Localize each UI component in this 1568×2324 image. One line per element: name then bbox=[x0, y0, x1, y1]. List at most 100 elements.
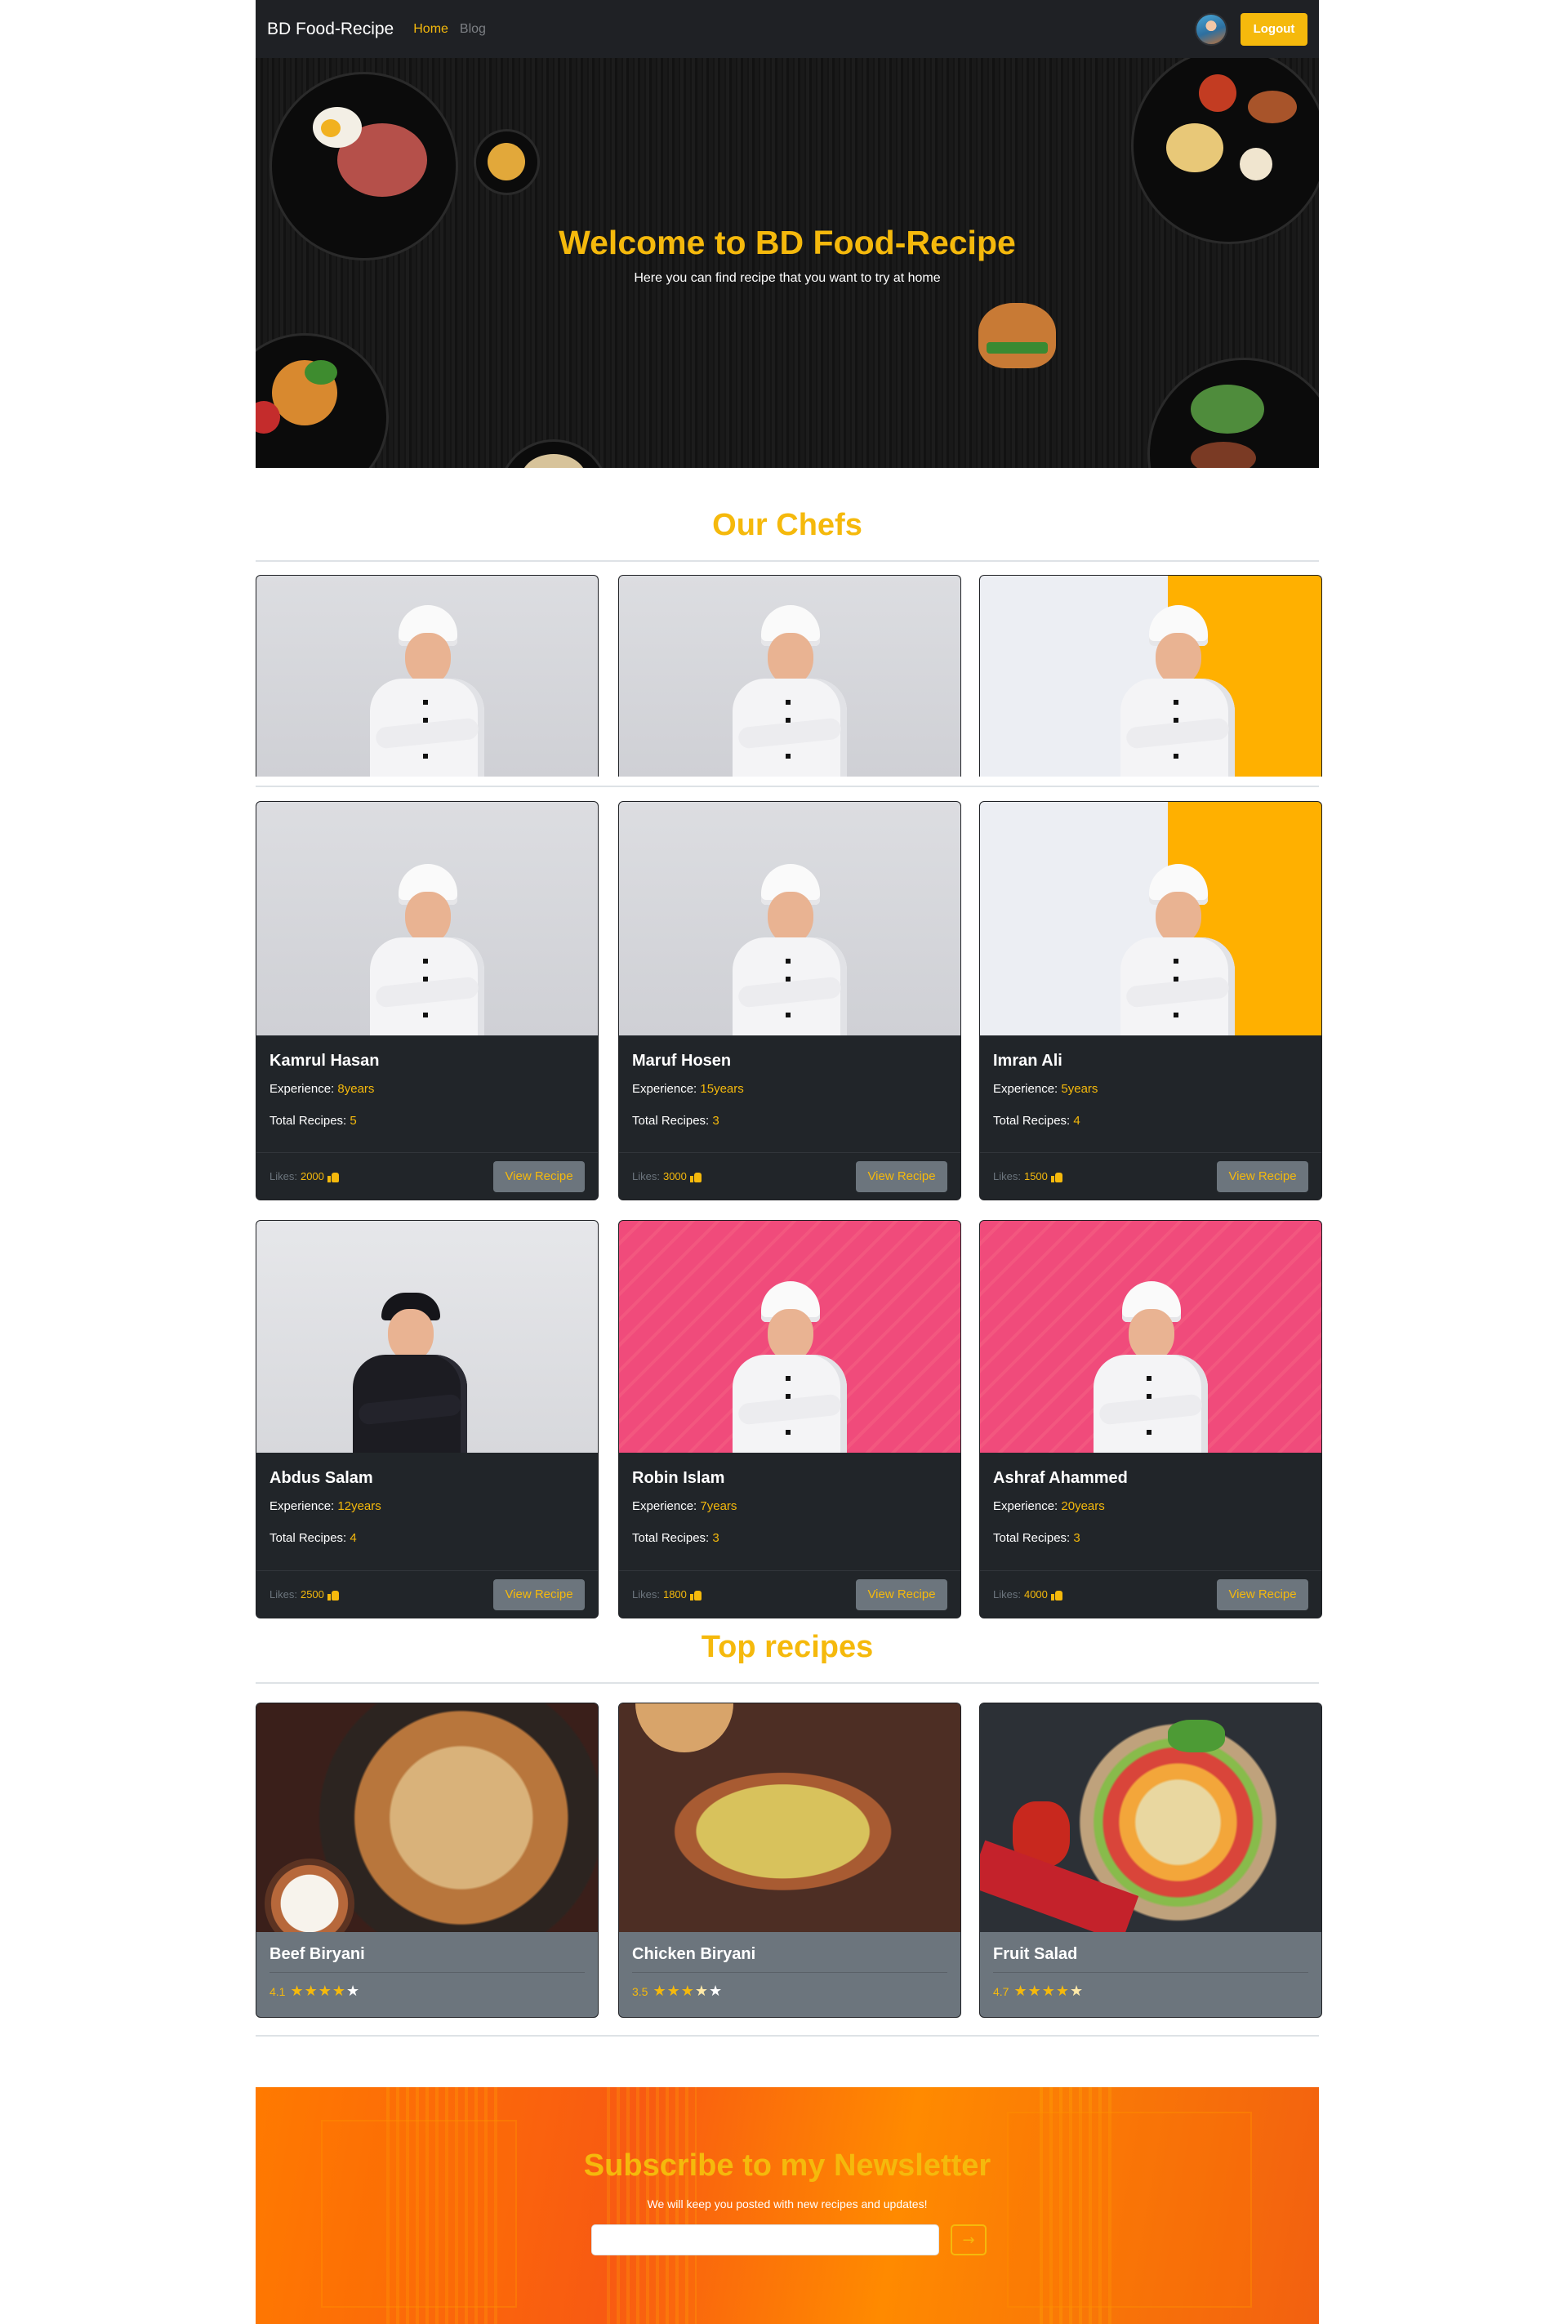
recipe-name: Beef Biryani bbox=[270, 1945, 585, 1973]
chef-name: Maruf Hosen bbox=[632, 1052, 732, 1070]
chef-card: Abdus Salam Experience: 12years Total Re… bbox=[256, 1220, 599, 1618]
hero-salad-plate-icon bbox=[256, 336, 386, 468]
chef-likes: Likes: 3000 bbox=[632, 1170, 702, 1182]
view-recipe-button[interactable]: View Recipe bbox=[1217, 1160, 1308, 1192]
nav-link-home[interactable]: Home bbox=[413, 22, 448, 37]
thumbs-up-icon bbox=[689, 1171, 702, 1182]
rating-value: 3.5 bbox=[632, 1984, 648, 1998]
footer-divider bbox=[256, 2035, 1319, 2037]
newsletter-title: Subscribe to my Newsletter bbox=[583, 2148, 991, 2183]
chef-image bbox=[980, 1221, 1321, 1453]
chef-photo bbox=[720, 605, 859, 777]
rating-value: 4.7 bbox=[993, 1984, 1009, 1998]
hero-snack-plate-icon bbox=[1134, 58, 1319, 242]
chefs-section-title: Our Chefs bbox=[712, 508, 862, 542]
chef-total-recipes: Total Recipes: 3 bbox=[632, 1114, 719, 1128]
view-recipe-button[interactable]: View Recipe bbox=[493, 1160, 585, 1192]
chef-image bbox=[619, 1221, 960, 1453]
chef-likes: Likes: 4000 bbox=[993, 1588, 1062, 1601]
chef-total-recipes: Total Recipes: 3 bbox=[993, 1531, 1080, 1545]
chef-card: Robin Islam Experience: 7years Total Rec… bbox=[618, 1220, 961, 1618]
hero-bowl-bottom-icon bbox=[501, 442, 607, 468]
chef-card: Maruf Hosen Experience: 15years Total Re… bbox=[618, 801, 961, 1200]
user-avatar[interactable] bbox=[1195, 12, 1227, 46]
view-recipe-button[interactable]: View Recipe bbox=[493, 1578, 585, 1610]
chef-name: Robin Islam bbox=[632, 1469, 725, 1487]
chefs-divider bbox=[256, 560, 1319, 562]
recipe-card[interactable]: Fruit Salad 4.7 ★★★★★ bbox=[979, 1703, 1322, 2018]
nav-link-blog[interactable]: Blog bbox=[460, 22, 486, 37]
chef-name: Abdus Salam bbox=[270, 1469, 373, 1487]
recipe-rating: 4.7 ★★★★★ bbox=[980, 1973, 1321, 2000]
chef-name: Kamrul Hasan bbox=[270, 1052, 380, 1070]
chef-image bbox=[256, 802, 598, 1035]
star-rating-icon: ★★★★★ bbox=[653, 1983, 724, 2000]
view-recipe-button[interactable]: View Recipe bbox=[1217, 1578, 1308, 1610]
chef-preview-image[interactable] bbox=[618, 575, 961, 777]
thumbs-up-icon bbox=[327, 1589, 339, 1601]
hero-subtitle: Here you can find recipe that you want t… bbox=[634, 271, 941, 285]
chef-preview-image[interactable] bbox=[256, 575, 599, 777]
recipe-image bbox=[619, 1703, 960, 1932]
thumbs-up-icon bbox=[327, 1171, 339, 1182]
chef-image bbox=[256, 1221, 598, 1453]
newsletter-subtitle: We will keep you posted with new recipes… bbox=[647, 2197, 928, 2210]
chef-experience: Experience: 15years bbox=[632, 1082, 744, 1096]
thumbs-up-icon bbox=[1050, 1589, 1062, 1601]
recipe-name: Fruit Salad bbox=[993, 1945, 1308, 1973]
chef-likes: Likes: 1800 bbox=[632, 1588, 702, 1601]
chef-name: Imran Ali bbox=[993, 1052, 1062, 1070]
chef-card: Imran Ali Experience: 5years Total Recip… bbox=[979, 801, 1322, 1200]
nav-user-area: Logout bbox=[1195, 12, 1307, 46]
chef-total-recipes: Total Recipes: 4 bbox=[993, 1114, 1080, 1128]
recipe-name: Chicken Biryani bbox=[632, 1945, 947, 1973]
chef-likes: Likes: 1500 bbox=[993, 1170, 1062, 1182]
hero-steak-plate-icon bbox=[1150, 360, 1319, 468]
logout-button[interactable]: Logout bbox=[1241, 12, 1307, 46]
chef-name: Ashraf Ahammed bbox=[993, 1469, 1128, 1487]
chef-likes: Likes: 2000 bbox=[270, 1170, 339, 1182]
recipe-rating: 3.5 ★★★★★ bbox=[619, 1973, 960, 2000]
chef-photo bbox=[1108, 605, 1247, 777]
star-rating-icon: ★★★★★ bbox=[1013, 1983, 1085, 2000]
view-recipe-button[interactable]: View Recipe bbox=[856, 1160, 947, 1192]
chef-total-recipes: Total Recipes: 4 bbox=[270, 1531, 357, 1545]
chef-preview-image[interactable] bbox=[979, 575, 1322, 777]
chef-total-recipes: Total Recipes: 3 bbox=[632, 1531, 719, 1545]
chef-experience: Experience: 12years bbox=[270, 1499, 381, 1513]
recipe-card[interactable]: Beef Biryani 4.1 ★★★★★ bbox=[256, 1703, 599, 2018]
hero-banner: Welcome to BD Food-Recipe Here you can f… bbox=[256, 58, 1319, 468]
recipes-divider bbox=[256, 1682, 1319, 1684]
chef-total-recipes: Total Recipes: 5 bbox=[270, 1114, 357, 1128]
chef-preview-divider bbox=[256, 786, 1319, 787]
arrow-right-icon: → bbox=[962, 2231, 975, 2249]
hero-sauce-bowl-icon bbox=[476, 131, 537, 193]
recipe-rating: 4.1 ★★★★★ bbox=[256, 1973, 598, 2000]
thumbs-up-icon bbox=[1050, 1171, 1062, 1182]
recipe-image bbox=[980, 1703, 1321, 1932]
brand-logo[interactable]: BD Food-Recipe bbox=[267, 20, 394, 39]
thumbs-up-icon bbox=[689, 1589, 702, 1601]
chef-photo bbox=[358, 605, 497, 777]
hero-burger-icon bbox=[978, 303, 1056, 368]
chef-likes: Likes: 2500 bbox=[270, 1588, 339, 1601]
chef-image bbox=[619, 802, 960, 1035]
recipe-image bbox=[256, 1703, 598, 1932]
newsletter-email-input[interactable] bbox=[591, 2224, 939, 2255]
newsletter-submit-button[interactable]: → bbox=[951, 2224, 987, 2255]
recipes-section-title: Top recipes bbox=[701, 1630, 874, 1664]
rating-value: 4.1 bbox=[270, 1984, 286, 1998]
chef-experience: Experience: 20years bbox=[993, 1499, 1105, 1513]
navbar: BD Food-Recipe Home Blog Logout bbox=[256, 0, 1319, 58]
view-recipe-button[interactable]: View Recipe bbox=[856, 1578, 947, 1610]
chef-card: Ashraf Ahammed Experience: 20years Total… bbox=[979, 1220, 1322, 1618]
star-rating-icon: ★★★★★ bbox=[290, 1983, 361, 2000]
chef-image bbox=[980, 802, 1321, 1035]
chef-experience: Experience: 7years bbox=[632, 1499, 737, 1513]
recipe-card[interactable]: Chicken Biryani 3.5 ★★★★★ bbox=[618, 1703, 961, 2018]
chef-experience: Experience: 5years bbox=[993, 1082, 1098, 1096]
hero-title: Welcome to BD Food-Recipe bbox=[559, 224, 1016, 261]
chef-experience: Experience: 8years bbox=[270, 1082, 375, 1096]
chef-card: Kamrul Hasan Experience: 8years Total Re… bbox=[256, 801, 599, 1200]
newsletter-section: Subscribe to my Newsletter We will keep … bbox=[256, 2087, 1319, 2324]
